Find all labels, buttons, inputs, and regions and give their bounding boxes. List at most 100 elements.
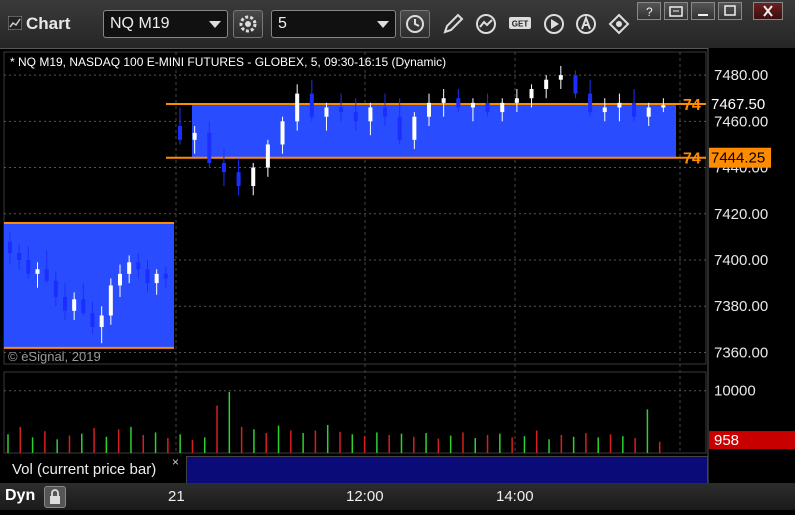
studies-button[interactable] xyxy=(473,10,499,38)
lower-level-price: 7444.25 xyxy=(711,150,765,167)
close-study-icon[interactable]: × xyxy=(172,455,179,469)
candle-body xyxy=(339,107,344,113)
candle-body xyxy=(35,269,40,274)
maximize-button[interactable] xyxy=(718,2,742,20)
candle-body xyxy=(53,280,58,297)
get-data-button[interactable]: GET xyxy=(507,10,533,38)
volume-pane xyxy=(3,371,707,454)
pencil-icon xyxy=(443,13,464,34)
candle-body xyxy=(17,253,22,260)
candle-body xyxy=(368,107,373,122)
candle-body xyxy=(646,107,651,117)
app-title: Chart xyxy=(7,14,71,34)
window-link-icon xyxy=(669,6,683,17)
minimize-icon xyxy=(698,14,708,16)
candle-body xyxy=(221,162,226,173)
interval-value: 5 xyxy=(278,15,287,32)
symbol-dropdown[interactable]: NQ M19 xyxy=(103,10,228,38)
volume-panel-label: Vol (current price bar) xyxy=(12,461,157,478)
dynamic-toggle[interactable]: Dyn xyxy=(5,487,35,505)
symbol-settings-button[interactable] xyxy=(233,10,263,38)
lower-level-tag: 74 xyxy=(683,151,701,168)
help-button[interactable]: ? xyxy=(637,2,661,20)
candle-body xyxy=(558,75,563,80)
time-label: 12:00 xyxy=(346,488,384,505)
candle-body xyxy=(63,296,67,311)
price-tick-label: 7400.00 xyxy=(714,252,768,269)
candle-body xyxy=(90,313,95,328)
candle-body xyxy=(529,88,534,99)
window-titlebar: Chart NQ M19 5 GET ? xyxy=(0,0,795,49)
price-chart[interactable]: 7480.007460.007440.007420.007400.007380.… xyxy=(0,48,795,510)
link-window-button[interactable] xyxy=(664,2,688,20)
candle-body xyxy=(207,132,212,163)
candle-body xyxy=(108,285,113,316)
price-tick-label: 7480.00 xyxy=(714,67,768,84)
help-icon: ? xyxy=(646,5,653,17)
alerts-button[interactable] xyxy=(573,10,599,38)
candle-body xyxy=(99,315,104,328)
candle-body xyxy=(470,102,475,108)
candle-body xyxy=(8,241,12,254)
candle-body xyxy=(309,93,314,117)
svg-text:GET: GET xyxy=(512,20,529,29)
interval-settings-button[interactable] xyxy=(400,10,430,38)
copyright: © eSignal, 2019 xyxy=(8,349,101,364)
candle-body xyxy=(127,262,132,274)
candle-body xyxy=(573,75,578,94)
chart-area[interactable]: 7480.00 7460.00 7440.00 7420.00 7400.00 7380.… xyxy=(0,48,795,510)
candle-body xyxy=(602,107,607,113)
candle-body xyxy=(154,273,159,284)
candle-body xyxy=(145,269,150,284)
maximize-icon xyxy=(724,5,736,16)
svg-text:?: ? xyxy=(646,5,653,17)
close-icon xyxy=(763,5,773,17)
candle-body xyxy=(236,172,241,187)
interval-dropdown[interactable]: 5 xyxy=(271,10,396,38)
candle-body xyxy=(544,79,549,89)
candle-body xyxy=(632,102,637,117)
draw-tool-button[interactable] xyxy=(440,10,466,38)
chevron-down-icon xyxy=(377,21,389,28)
replay-button[interactable] xyxy=(541,10,567,38)
candle-body xyxy=(118,273,122,286)
app-title-text: Chart xyxy=(26,14,71,33)
candle-body xyxy=(81,299,86,314)
candle-body xyxy=(265,144,270,168)
volume-study-strip xyxy=(186,456,708,484)
link-button[interactable] xyxy=(606,10,632,38)
symbol-value: NQ M19 xyxy=(110,15,170,32)
candle-body xyxy=(192,132,197,140)
candle-body xyxy=(26,260,31,274)
candle-body xyxy=(353,112,358,122)
volume-legend-row: Vol (current price bar) × xyxy=(4,455,708,484)
lock-icon xyxy=(50,489,60,504)
clock-icon xyxy=(406,15,424,33)
candle-body xyxy=(412,116,417,140)
candle-body xyxy=(441,98,446,103)
volume-current-value: 958 xyxy=(714,432,739,449)
candle-body xyxy=(136,262,141,270)
close-button[interactable] xyxy=(753,2,783,20)
minimize-button[interactable] xyxy=(691,2,715,20)
volume-label-box: Vol (current price bar) × xyxy=(4,455,184,483)
studies-icon xyxy=(476,14,496,34)
price-tick-label: 7360.00 xyxy=(714,344,768,361)
price-tick-label: 7460.00 xyxy=(714,113,768,130)
play-icon xyxy=(544,14,564,34)
candle-body xyxy=(324,107,329,117)
candle-body xyxy=(617,102,622,108)
price-tick-label: 7420.00 xyxy=(714,206,768,223)
candle-body xyxy=(427,102,431,117)
candle-body xyxy=(72,299,77,311)
candle-body xyxy=(514,98,519,103)
chart-window-icon xyxy=(7,15,23,31)
time-axis-bar: Dyn 21 12:00 14:00 xyxy=(0,483,795,510)
lock-button[interactable] xyxy=(44,486,66,508)
chart-description: * NQ M19, NASDAQ 100 E-MINI FUTURES - GL… xyxy=(10,55,446,69)
link-icon xyxy=(608,13,630,35)
candle-body xyxy=(178,125,182,140)
candle-body xyxy=(485,102,490,113)
time-label: 21 xyxy=(168,488,185,505)
prev-value-area-zone xyxy=(4,223,174,348)
